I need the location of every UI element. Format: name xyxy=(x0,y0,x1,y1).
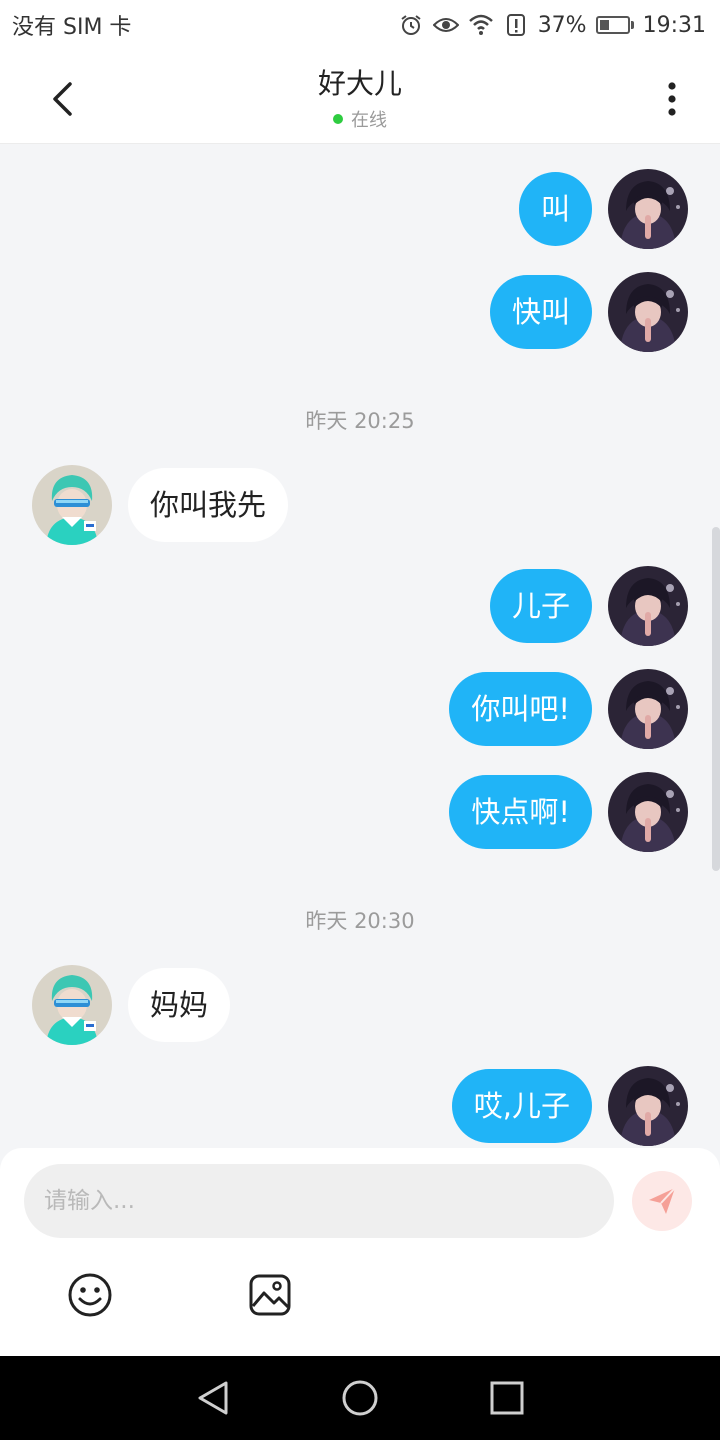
chat-header: 好大儿 在线 xyxy=(0,50,720,144)
eye-icon xyxy=(432,12,459,38)
timestamp: 昨天 20:30 xyxy=(305,909,415,933)
message-row-sent: 叫 xyxy=(0,167,720,249)
message-row-sent: 哎,儿子 xyxy=(0,1064,720,1146)
sent-message-bubble[interactable]: 快点啊! xyxy=(449,775,592,849)
sent-message-bubble[interactable]: 你叫吧! xyxy=(449,672,592,746)
timestamp: 昨天 20:25 xyxy=(305,409,415,433)
presence-status: 在线 xyxy=(0,106,720,132)
battery-percent: 37% xyxy=(537,12,587,38)
battery-level xyxy=(599,20,610,30)
clock: 19:31 xyxy=(642,12,706,38)
received-message-bubble[interactable]: 你叫我先 xyxy=(128,468,289,542)
my-avatar[interactable] xyxy=(608,169,688,249)
chat-title-block: 好大儿 在线 xyxy=(0,62,720,132)
status-bar: 没有 SIM 卡 37% 19:31 xyxy=(0,0,720,50)
online-dot xyxy=(333,114,343,124)
my-avatar[interactable] xyxy=(608,669,688,749)
alert-icon xyxy=(503,12,529,38)
sent-message-bubble[interactable]: 快叫 xyxy=(489,275,592,349)
input-panel xyxy=(0,1148,720,1356)
carrier-label: 没有 SIM 卡 xyxy=(12,15,132,40)
system-nav-bar xyxy=(0,1356,720,1440)
message-row-sent: 快点啊! xyxy=(0,770,720,852)
nav-recents-icon[interactable] xyxy=(484,1375,530,1421)
alarm-icon xyxy=(398,12,424,38)
chat-title: 好大儿 xyxy=(317,67,402,100)
message-row-sent: 你叫吧! xyxy=(0,667,720,749)
contact-avatar[interactable] xyxy=(32,965,112,1045)
message-row-sent: 儿子 xyxy=(0,564,720,646)
message-input[interactable] xyxy=(24,1164,614,1238)
message-row-received: 你叫我先 xyxy=(0,463,720,545)
battery-icon xyxy=(595,16,634,34)
contact-avatar[interactable] xyxy=(32,465,112,545)
emoji-icon[interactable] xyxy=(65,1270,115,1320)
my-avatar[interactable] xyxy=(608,272,688,352)
send-paper-plane-icon[interactable] xyxy=(632,1171,692,1231)
my-avatar[interactable] xyxy=(608,566,688,646)
message-list[interactable]: 叫快叫昨天 20:25 你叫我先儿子你叫吧! 快点啊! 昨天 20:30 妈妈哎,儿子 xyxy=(0,145,720,1148)
wifi-icon xyxy=(468,12,494,38)
my-avatar[interactable] xyxy=(608,772,688,852)
sent-message-bubble[interactable]: 叫 xyxy=(518,172,592,246)
presence-label: 在线 xyxy=(351,110,387,131)
status-icons: 37% 19:31 xyxy=(398,12,706,38)
sent-message-bubble[interactable]: 儿子 xyxy=(489,569,592,643)
received-message-bubble[interactable]: 妈妈 xyxy=(128,968,231,1042)
my-avatar[interactable] xyxy=(608,1066,688,1146)
message-row-sent: 快叫 xyxy=(0,270,720,352)
sent-message-bubble[interactable]: 哎,儿子 xyxy=(451,1069,592,1143)
nav-home-icon[interactable] xyxy=(337,1375,383,1421)
nav-back-icon[interactable] xyxy=(190,1375,236,1421)
image-icon[interactable] xyxy=(245,1270,295,1320)
message-row-received: 妈妈 xyxy=(0,963,720,1045)
more-vertical-icon[interactable] xyxy=(652,76,692,122)
